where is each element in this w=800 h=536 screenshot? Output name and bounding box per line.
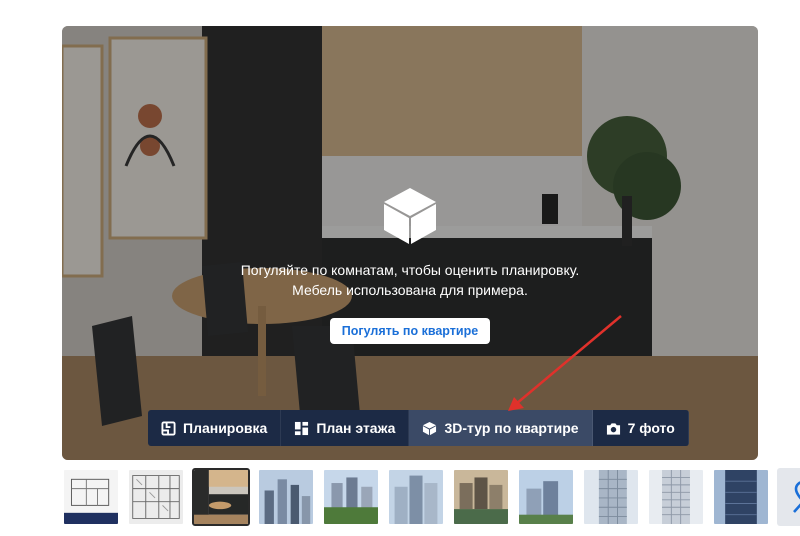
floor-plan-icon bbox=[295, 421, 309, 435]
tour-prompt: Погуляйте по комнатам, чтобы оценить пла… bbox=[62, 186, 758, 344]
tab-photos-label: 7 фото bbox=[627, 420, 675, 436]
thumbnail-map[interactable] bbox=[777, 468, 800, 526]
tab-photos[interactable]: 7 фото bbox=[593, 410, 689, 446]
tab-floorplan[interactable]: Планировка bbox=[148, 410, 282, 446]
tab-floor-plan-label: План этажа bbox=[316, 420, 396, 436]
thumbnail-floor-plan[interactable] bbox=[127, 468, 185, 526]
floorplan-icon bbox=[161, 420, 176, 436]
thumbnail-plan-document[interactable] bbox=[62, 468, 120, 526]
tour-viewer[interactable]: Погуляйте по комнатам, чтобы оценить пла… bbox=[62, 26, 758, 460]
walk-apartment-button[interactable]: Погулять по квартире bbox=[329, 318, 491, 344]
tour-description-line1: Погуляйте по комнатам, чтобы оценить пла… bbox=[240, 262, 580, 278]
thumbnail-tower-highrise[interactable] bbox=[647, 468, 705, 526]
thumbnail-tower-glass[interactable] bbox=[712, 468, 770, 526]
thumbnail-waterfront-buildings[interactable] bbox=[452, 468, 510, 526]
thumbnail-facade-closeup[interactable] bbox=[582, 468, 640, 526]
thumbnail-building-aerial[interactable] bbox=[517, 468, 575, 526]
tab-floor-plan[interactable]: План этажа bbox=[281, 410, 410, 446]
thumbnail-strip bbox=[62, 468, 800, 526]
thumbnail-park-buildings[interactable] bbox=[322, 468, 380, 526]
cube-icon bbox=[384, 188, 436, 244]
tab-3d-tour-label: 3D-тур по квартире bbox=[444, 420, 579, 436]
tour-description-line2: Мебель использована для примера. bbox=[292, 282, 528, 298]
thumbnail-residential-towers[interactable] bbox=[387, 468, 445, 526]
map-pin-icon bbox=[793, 481, 800, 513]
thumbnail-kitchen-photo[interactable] bbox=[192, 468, 250, 526]
tab-floorplan-label: Планировка bbox=[183, 420, 268, 436]
camera-icon bbox=[606, 422, 620, 435]
cube-icon bbox=[423, 421, 437, 435]
thumbnail-city-towers[interactable] bbox=[257, 468, 315, 526]
media-tabs: Планировка План этажа 3D-тур по квартире bbox=[148, 410, 689, 446]
tab-3d-tour[interactable]: 3D-тур по квартире bbox=[409, 410, 593, 446]
tour-description: Погуляйте по комнатам, чтобы оценить пла… bbox=[241, 260, 580, 300]
